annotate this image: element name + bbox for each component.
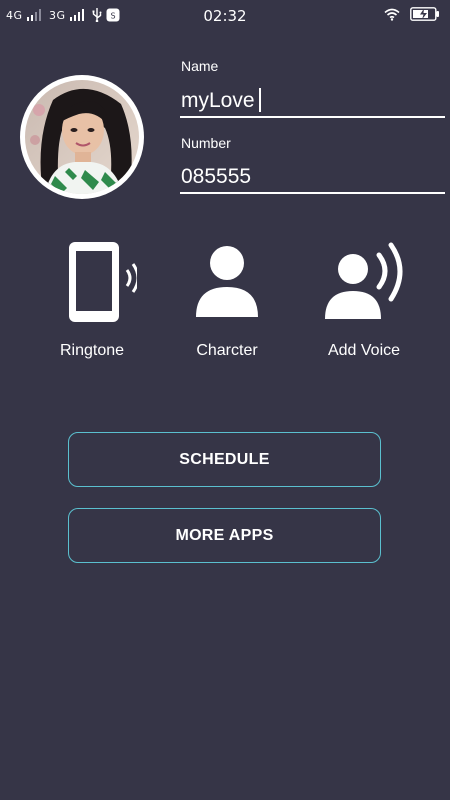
status-bar: 4G 3G S 02:32	[0, 0, 450, 32]
number-label: Number	[181, 135, 231, 151]
name-input-underline	[180, 116, 445, 118]
contact-avatar[interactable]	[20, 75, 144, 199]
battery-charging-icon	[410, 7, 440, 21]
ringtone-option[interactable]: Ringtone	[32, 236, 152, 366]
phone-vibrate-icon	[32, 236, 152, 326]
name-input[interactable]: myLove	[181, 89, 255, 113]
more-apps-button[interactable]: MORE APPS	[68, 508, 381, 563]
avatar-photo	[25, 80, 139, 194]
character-label: Charcter	[196, 342, 258, 359]
add-voice-option[interactable]: Add Voice	[304, 236, 424, 366]
schedule-button[interactable]: SCHEDULE	[68, 432, 381, 487]
clock: 02:32	[203, 7, 247, 25]
name-label: Name	[181, 58, 219, 74]
ringtone-label: Ringtone	[59, 342, 125, 359]
text-cursor	[259, 88, 261, 112]
status-right	[384, 7, 440, 21]
character-option[interactable]: Charcter	[167, 236, 287, 366]
number-input-underline	[180, 192, 445, 194]
person-voice-icon	[304, 236, 424, 326]
wifi-icon	[384, 8, 400, 21]
person-icon	[167, 236, 287, 326]
add-voice-label: Add Voice	[327, 342, 401, 359]
number-input[interactable]: 085555	[181, 165, 251, 189]
